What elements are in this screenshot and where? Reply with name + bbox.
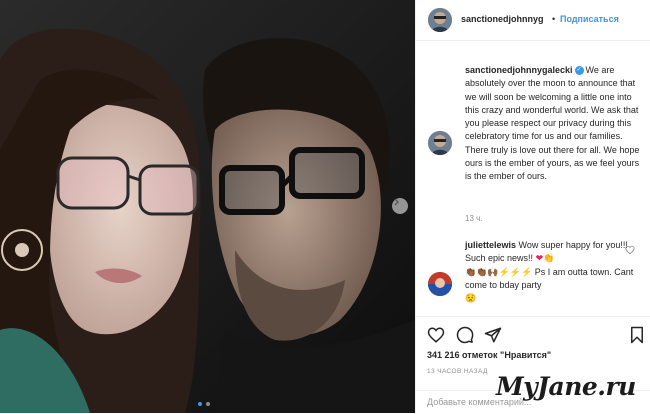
post-side-panel: sanctionedjohnnyg • Подписаться sanction… [415, 0, 650, 413]
post-photo[interactable] [0, 0, 415, 413]
comment-item: juliettelewis Wow super happy for you!!!… [465, 239, 635, 305]
verified-icon: ✓ [574, 66, 584, 76]
post-caption: sanctionedjohnnygalecki ✓ We are absolutel… [465, 64, 641, 184]
caption-text: We are absolutely over the moon to annou… [465, 65, 640, 182]
bookmark-icon[interactable] [629, 326, 645, 344]
post-header: sanctionedjohnnyg • Подписаться [416, 0, 650, 41]
caption-avatar[interactable] [428, 131, 452, 155]
caption-username[interactable]: sanctionedjohnnygalecki [465, 65, 573, 75]
header-separator: • [552, 14, 556, 24]
post-timestamp[interactable]: 13 ЧАСОВ НАЗАД [427, 368, 488, 375]
avatar-image [428, 8, 452, 32]
heart-icon[interactable] [427, 326, 445, 344]
site-watermark: MyJane.ru [496, 372, 636, 401]
post-actions-bar [416, 316, 650, 347]
author-avatar[interactable] [428, 8, 452, 32]
follow-button[interactable]: Подписаться [560, 14, 619, 24]
photo-illustration [0, 0, 415, 413]
avatar-image [428, 131, 452, 155]
clap-emoji: 👏 [543, 253, 555, 264]
author-username[interactable]: sanctionedjohnnyg [461, 14, 544, 24]
chevron-right-icon [394, 198, 399, 206]
share-icon[interactable] [484, 326, 502, 344]
likes-count[interactable]: 341 216 отметок "Нравится" [427, 350, 551, 360]
heart-emoji: ❤ [535, 253, 544, 264]
comment-icon[interactable] [456, 326, 474, 344]
caption-time[interactable]: 13 ч. [465, 214, 483, 223]
avatar-image [428, 272, 452, 296]
comment-like-heart-icon[interactable] [625, 245, 635, 255]
commenter-avatar[interactable] [428, 272, 452, 296]
comment-emoji-line: 👏🏾👏🏾🙌🏾⚡⚡⚡ Ps I am outta town. Cant come … [465, 266, 634, 290]
worried-emoji: 😟 [465, 293, 477, 304]
carousel-next-button[interactable] [392, 198, 408, 214]
comment-username[interactable]: juliettelewis [465, 240, 516, 250]
